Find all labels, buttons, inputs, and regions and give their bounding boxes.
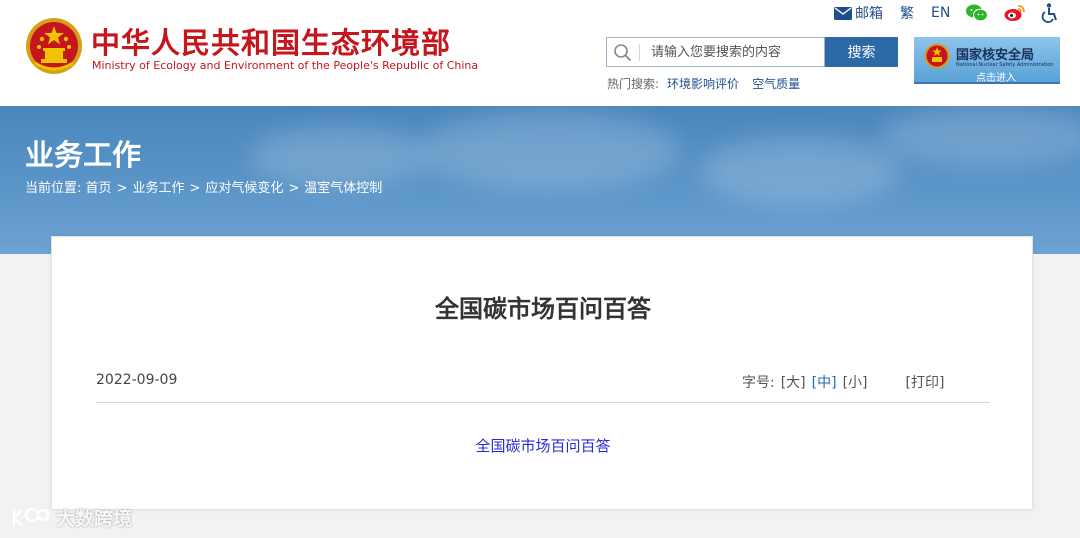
divider [96, 402, 990, 403]
watermark-text: 大数跨境 [56, 508, 133, 530]
article-card: 全国碳市场百问百答 2022-09-09 字号: [大] [中] [小] [打印] 全国… [51, 236, 1033, 510]
font-size-medium-button[interactable]: [中] [812, 375, 837, 391]
site-subtitle: Ministry of Ecology and Environment of t… [92, 59, 479, 72]
section-banner: 业务工作 当前位置: 首页 > 业务工作 > 应对气候变化 > 温室气体控制 [0, 106, 1080, 254]
breadcrumb-label: 当前位置: [25, 181, 82, 196]
breadcrumb-item[interactable]: 业务工作 [132, 181, 184, 196]
traditional-chinese-link[interactable]: 繁 [900, 3, 914, 23]
font-size-small-button[interactable]: [小] [843, 375, 868, 391]
site-header: 中华人民共和国生态环境部 Ministry of Ecology and Env… [0, 0, 1080, 106]
breadcrumb: 当前位置: 首页 > 业务工作 > 应对气候变化 > 温室气体控制 [25, 177, 382, 196]
search-divider [639, 44, 640, 61]
site-title[interactable]: 中华人民共和国生态环境部 [91, 20, 451, 62]
hot-search-label: 热门搜索: [607, 77, 660, 91]
article-date: 2022-09-09 [96, 372, 178, 388]
search-box [606, 37, 825, 67]
national-emblem-icon[interactable] [25, 17, 83, 75]
banner-cloud [880, 106, 1080, 166]
breadcrumb-item[interactable]: 温室气体控制 [304, 181, 382, 196]
section-title: 业务工作 [25, 138, 142, 172]
hot-search-item[interactable]: 空气质量 [752, 77, 800, 91]
nsa-english-name: National Nuclear Safety Administration [956, 62, 1054, 68]
mail-link[interactable]: 邮箱 [834, 3, 883, 23]
font-size-label: 字号: [742, 375, 775, 391]
hot-search: 热门搜索: 环境影响评价 空气质量 [607, 75, 800, 92]
breadcrumb-separator: > [116, 181, 128, 196]
search-button[interactable]: 搜索 [825, 37, 898, 67]
banner-cloud [700, 136, 900, 206]
accessibility-icon[interactable] [1041, 3, 1059, 23]
mail-label: 邮箱 [855, 6, 883, 22]
mail-icon [834, 6, 852, 20]
breadcrumb-separator: > [189, 181, 201, 196]
search-icon [614, 44, 632, 62]
attachment-link[interactable]: 全国碳市场百问百答 [52, 435, 1034, 456]
weibo-icon[interactable] [1004, 4, 1026, 22]
watermark: 大数跨境 [10, 504, 132, 531]
nsa-banner[interactable]: 国家核安全局 National Nuclear Safety Administr… [914, 37, 1060, 84]
search-input[interactable] [651, 42, 821, 62]
nsa-enter-label: 点击进入 [976, 73, 1016, 84]
english-link[interactable]: EN [931, 5, 950, 21]
article-title: 全国碳市场百问百答 [435, 295, 651, 323]
nsa-name: 国家核安全局 [956, 48, 1035, 63]
print-button[interactable]: [打印] [906, 375, 945, 391]
wechat-icon[interactable] [966, 4, 989, 22]
breadcrumb-separator: > [288, 181, 300, 196]
top-links: 邮箱 繁 EN [834, 3, 1059, 23]
breadcrumb-item[interactable]: 应对气候变化 [205, 181, 283, 196]
watermark-logo-icon [12, 507, 50, 527]
font-size-control: 字号: [大] [中] [小] [打印] [742, 372, 944, 392]
banner-cloud [420, 111, 680, 191]
hot-search-item[interactable]: 环境影响评价 [667, 77, 739, 91]
font-size-large-button[interactable]: [大] [781, 375, 806, 391]
national-emblem-icon [924, 43, 950, 69]
breadcrumb-item[interactable]: 首页 [86, 181, 112, 196]
